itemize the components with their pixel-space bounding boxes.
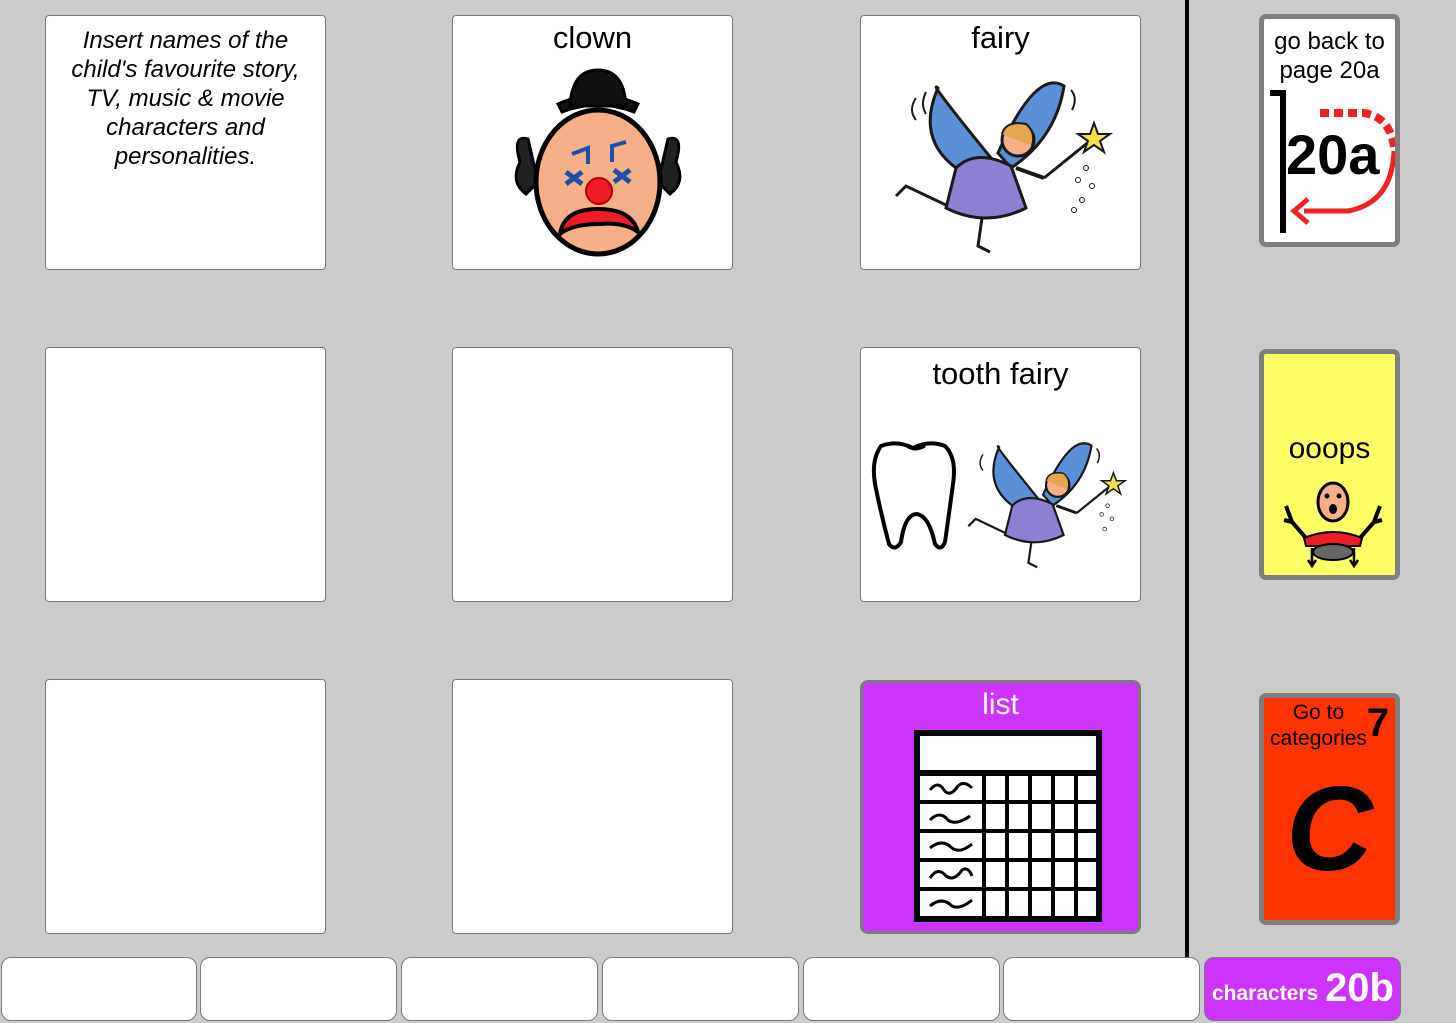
clown-button[interactable]: clown bbox=[452, 15, 733, 270]
tooth-fairy-button[interactable]: tooth fairy bbox=[860, 347, 1141, 602]
empty-cell[interactable] bbox=[45, 347, 326, 602]
go-back-button[interactable]: go back to page 20a 20a bbox=[1259, 14, 1400, 247]
empty-cell[interactable] bbox=[452, 679, 733, 934]
note-cell[interactable]: Insert names of the child's favourite st… bbox=[45, 15, 326, 270]
empty-cell[interactable] bbox=[452, 347, 733, 602]
tooth-fairy-label: tooth fairy bbox=[932, 356, 1069, 391]
vertical-divider bbox=[1185, 0, 1189, 958]
list-button[interactable]: list bbox=[860, 680, 1141, 934]
categories-letter: C bbox=[1286, 762, 1373, 896]
message-slot-6[interactable] bbox=[1003, 957, 1200, 1021]
message-slot-4[interactable] bbox=[602, 957, 799, 1021]
go-to-categories-button[interactable]: Go to categories 7 C bbox=[1259, 693, 1400, 925]
back-page-number: 20a bbox=[1286, 123, 1380, 186]
go-back-label: go back to page 20a bbox=[1274, 28, 1385, 84]
message-slot-5[interactable] bbox=[803, 957, 1000, 1021]
list-icon bbox=[914, 730, 1102, 922]
categories-label: Go to categories bbox=[1270, 701, 1367, 750]
fairy-button[interactable]: fairy bbox=[860, 15, 1141, 270]
tooth-icon bbox=[871, 441, 956, 550]
person-oops-icon bbox=[1283, 481, 1383, 568]
fairy-label: fairy bbox=[971, 20, 1030, 55]
fairy-icon bbox=[967, 442, 1128, 569]
page-name-tab[interactable]: characters 20b bbox=[1204, 957, 1401, 1021]
message-slot-2[interactable] bbox=[200, 957, 397, 1021]
list-label: list bbox=[982, 688, 1019, 721]
oops-label: ooops bbox=[1288, 432, 1371, 465]
oops-button[interactable]: ooops bbox=[1259, 349, 1400, 580]
message-slot-3[interactable] bbox=[401, 957, 598, 1021]
clown-icon bbox=[514, 68, 682, 257]
instructions-note: Insert names of the child's favourite st… bbox=[71, 27, 300, 170]
fairy-icon bbox=[894, 81, 1114, 254]
empty-cell[interactable] bbox=[45, 679, 326, 934]
categories-page-number: 7 bbox=[1366, 701, 1389, 745]
message-slot-1[interactable] bbox=[1, 957, 197, 1021]
clown-label: clown bbox=[552, 20, 633, 55]
page-name-label: characters bbox=[1212, 982, 1319, 1005]
page-number-label: 20b bbox=[1325, 966, 1394, 1010]
